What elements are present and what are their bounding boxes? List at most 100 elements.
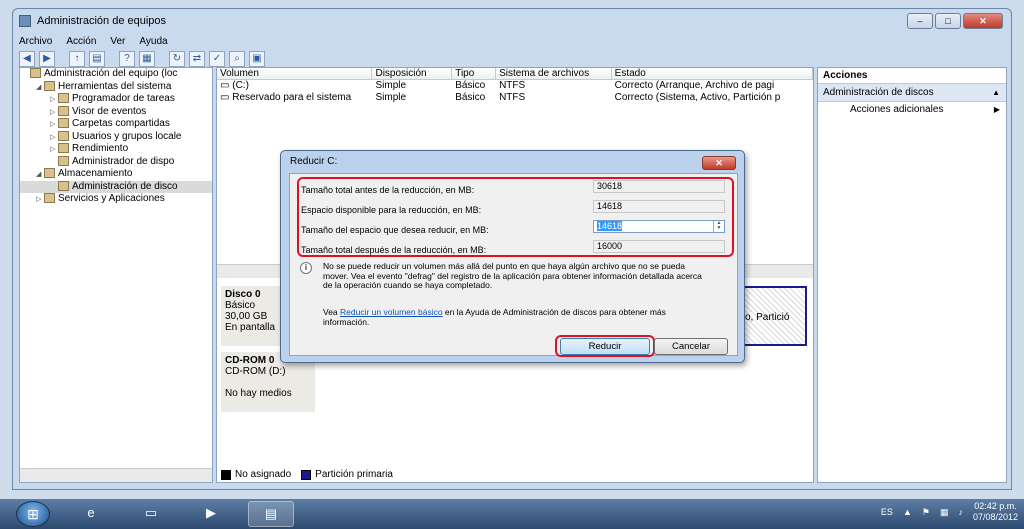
disk-type: Básico (225, 300, 256, 311)
show-hide-tree-icon[interactable]: ▤ (89, 51, 105, 67)
tree-item[interactable]: ▷ Servicios y Aplicaciones (20, 193, 212, 206)
format-icon[interactable]: ▣ (249, 51, 265, 67)
disk-status: En pantalla (225, 322, 276, 333)
partition-c[interactable]: o, Partició (743, 286, 807, 346)
dialog-body: Tamaño total antes de la reducción, en M… (289, 173, 738, 357)
up-folder-icon[interactable]: ↑ (69, 51, 85, 67)
title-bar[interactable]: Administración de equipos – □ ✕ (13, 9, 1011, 33)
actions-header: Acciones (818, 68, 1006, 84)
connect-icon[interactable]: ⇄ (189, 51, 205, 67)
volume-list-header: Volumen Disposición Tipo Sistema de arch… (217, 68, 813, 80)
column-volumen[interactable]: Volumen (217, 68, 373, 79)
help-icon[interactable]: ? (119, 51, 135, 67)
column-estado[interactable]: Estado (612, 68, 813, 79)
actions-pane: Acciones Administración de discos ▲ Accio… (817, 67, 1007, 483)
available-label: Espacio disponible para la reducción, en… (301, 205, 482, 215)
device-manager-icon (58, 155, 69, 166)
forward-icon[interactable]: ▶ (39, 51, 55, 67)
tree-item-label: Administración del equipo (loc (44, 68, 178, 79)
collapse-icon: ▲ (992, 88, 1000, 97)
tree-item[interactable]: Administración del equipo (loc (20, 68, 212, 81)
help-link[interactable]: Reducir un volumen básico (340, 307, 443, 317)
tree-item[interactable]: ▷ Carpetas compartidas (20, 118, 212, 131)
tree-item[interactable]: ▷ Programador de tareas (20, 93, 212, 106)
column-tipo[interactable]: Tipo (452, 68, 497, 79)
taskbar: ⊞ e ▭ ▶ ▤ ES ▲ ⚑ ▦ ♪ 02:42 p.m. 07/08/201… (0, 499, 1024, 529)
primary-partition-swatch (301, 469, 312, 480)
navigation-tree: Administración del equipo (loc ◢ Herramien… (19, 67, 213, 483)
performance-icon (58, 143, 69, 154)
tree-item[interactable]: ▷ Rendimiento (20, 143, 212, 156)
minimize-button[interactable]: – (907, 13, 933, 29)
menu-archivo[interactable]: Archivo (19, 36, 52, 47)
tree-item-label: Usuarios y grupos locale (72, 130, 182, 142)
tray-arrow-icon[interactable]: ▲ (903, 507, 912, 517)
media-player-icon[interactable]: ▶ (188, 501, 234, 527)
total-before-value: 30618 (593, 180, 725, 193)
services-icon (44, 193, 55, 204)
volume-type: Básico (455, 80, 486, 91)
actions-section-label: Administración de discos (823, 87, 934, 98)
submenu-arrow-icon: ▶ (993, 105, 1000, 114)
refresh-icon[interactable]: ↻ (169, 51, 185, 67)
volume-filesystem: NTFS (499, 92, 526, 103)
tree-item-label: Rendimiento (72, 143, 129, 154)
tree-item-label: Servicios y Aplicaciones (58, 193, 165, 204)
volume-row[interactable]: ▭ (C:) Simple Básico NTFS Correcto (Arra… (217, 80, 813, 92)
disk-size: 30,00 GB (225, 311, 268, 322)
menu-ayuda[interactable]: Ayuda (139, 36, 167, 47)
help-text: Vea Reducir un volumen básico en la Ayud… (323, 307, 703, 327)
legend: No asignado Partición primaria (221, 469, 393, 480)
menu-ver[interactable]: Ver (110, 36, 125, 47)
tree-item-label: Administración de disco (72, 180, 178, 192)
tree-item[interactable]: ▷ Visor de eventos (20, 106, 212, 119)
clock-date: 07/08/2012 (972, 512, 1018, 522)
search-icon[interactable]: ⌕ (229, 51, 245, 67)
computer-management-icon (30, 68, 41, 79)
explorer-folder-icon[interactable]: ▭ (128, 501, 174, 527)
actions-section[interactable]: Administración de discos ▲ (818, 84, 1006, 102)
expand-arrow-icon[interactable]: ▷ (36, 194, 44, 207)
volume-name: Reservado para el sistema (232, 92, 352, 103)
check-icon[interactable]: ✓ (209, 51, 225, 67)
tree-item[interactable]: Administración de disco (20, 180, 212, 193)
tree-horizontal-scrollbar[interactable] (20, 468, 212, 482)
properties-icon[interactable]: ▦ (139, 51, 155, 67)
tree-item-label: Administrador de dispo (72, 155, 175, 167)
menu-accion[interactable]: Acción (66, 36, 96, 47)
computer-management-icon (19, 15, 31, 27)
volume-icon[interactable]: ♪ (958, 507, 963, 517)
tree-item[interactable]: ◢ Almacenamiento (20, 168, 212, 181)
clock-time: 02:42 p.m. (974, 501, 1017, 511)
back-icon[interactable]: ◀ (19, 51, 35, 67)
column-sistema-archivos[interactable]: Sistema de archivos (496, 68, 612, 79)
tree-item[interactable]: ▷ Usuarios y grupos locale (20, 131, 212, 144)
maximize-button[interactable]: □ (935, 13, 961, 29)
volume-layout: Simple (375, 92, 407, 103)
language-indicator[interactable]: ES (881, 507, 893, 517)
clock[interactable]: 02:42 p.m. 07/08/2012 (973, 501, 1018, 523)
volume-type: Básico (455, 92, 486, 103)
tree-item[interactable]: ◢ Herramientas del sistema (20, 81, 212, 94)
shrink-amount-input[interactable]: 14618 ▲ ▼ (593, 220, 725, 233)
close-button[interactable]: ✕ (963, 13, 1003, 29)
total-after-label: Tamaño total después de la reducción, en… (301, 245, 487, 255)
shrink-button[interactable]: Reducir (560, 338, 650, 355)
computer-management-task-icon[interactable]: ▤ (248, 501, 294, 527)
more-actions-item[interactable]: Acciones adicionales ▶ (818, 102, 1006, 118)
dialog-close-button[interactable]: ✕ (702, 156, 736, 170)
tree-item[interactable]: Administrador de dispo (20, 156, 212, 169)
volume-row[interactable]: ▭ Reservado para el sistema Simple Básic… (217, 92, 813, 104)
shared-folder-icon (58, 118, 69, 129)
total-before-label: Tamaño total antes de la reducción, en M… (301, 185, 475, 195)
volume-status: Correcto (Sistema, Activo, Partición p (614, 92, 781, 103)
available-value: 14618 (593, 200, 725, 213)
cancel-button[interactable]: Cancelar (654, 338, 728, 355)
internet-explorer-icon[interactable]: e (68, 501, 114, 527)
flag-icon[interactable]: ⚑ (922, 507, 930, 518)
column-disposicion[interactable]: Disposición (372, 68, 453, 79)
start-button[interactable]: ⊞ (16, 501, 50, 527)
cdrom-status: No hay medios (225, 388, 292, 399)
network-icon[interactable]: ▦ (940, 507, 949, 518)
spinner-arrows-icon[interactable]: ▲ ▼ (713, 221, 724, 232)
